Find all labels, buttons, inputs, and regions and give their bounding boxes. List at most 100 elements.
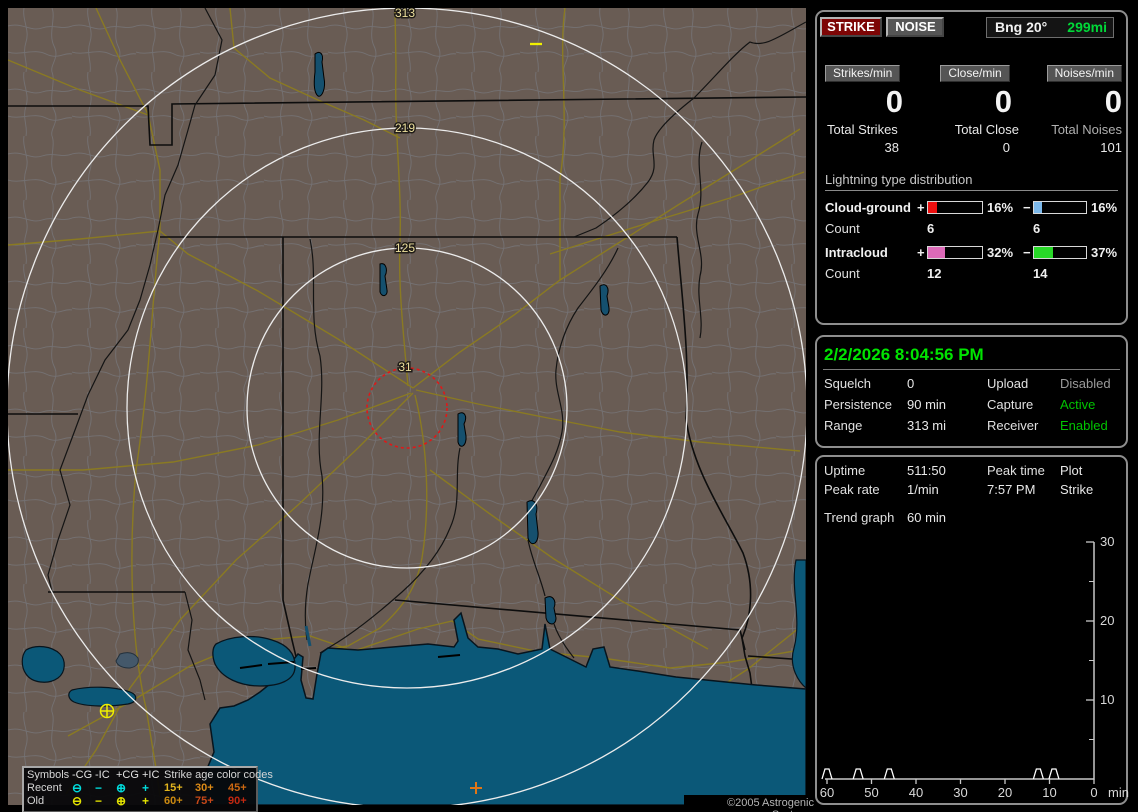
cloud-ground-row: Cloud-ground + 16% − 16% — [825, 199, 1118, 215]
ring-label-31: 31 — [398, 360, 412, 374]
uptime-label: Uptime — [824, 463, 866, 478]
upload-label: Upload — [987, 376, 1029, 391]
svg-text:30: 30 — [1100, 534, 1114, 549]
ic-negative-pct: 37% — [1091, 244, 1118, 260]
plus-sign: + — [917, 244, 925, 260]
age-30: 30+ — [195, 782, 214, 794]
peak-time-label: Peak time — [987, 463, 1045, 478]
uptime-value: 511:50 — [907, 463, 946, 478]
range-label: Range — [824, 418, 863, 433]
divider — [823, 369, 1120, 370]
trend-peak — [1048, 768, 1060, 780]
total-strikes-value: 38 — [884, 140, 899, 155]
legend-old-label: Old — [27, 795, 45, 807]
ic-positive-pct: 32% — [987, 244, 1014, 260]
intracloud-row: Intracloud + 32% − 37% — [825, 244, 1118, 260]
age-45: 45+ — [228, 782, 247, 794]
trend-panel: Uptime 511:50 Peak time Plot Peak rate 1… — [815, 455, 1129, 805]
trend-peak — [821, 768, 833, 780]
ring-label-125: 125 — [395, 241, 415, 255]
cloud-ground-label: Cloud-ground — [825, 199, 911, 215]
receiver-label: Receiver — [987, 418, 1039, 433]
ic-negative-count: 14 — [1033, 266, 1048, 281]
intracloud-count-row: Count 12 14 — [825, 266, 1118, 281]
count-label: Count — [825, 221, 860, 236]
total-noises-label: Total Noises — [1051, 122, 1122, 137]
ring-label-219: 219 — [395, 121, 415, 135]
count-label: Count — [825, 266, 860, 281]
nexstorm-app-window: 313 219 125 31 Symbols -CG -IC +CG +IC S… — [0, 0, 1138, 812]
minus-sign: − — [1023, 199, 1031, 215]
map-legend: Symbols -CG -IC +CG +IC Strike age color… — [22, 766, 273, 812]
noises-per-min-value: 0 — [1104, 84, 1122, 119]
svg-text:10: 10 — [1100, 692, 1114, 707]
range-value: 313 mi — [907, 418, 947, 433]
trend-graph: 60 50 40 30 20 10 0 min 10 20 30 — [820, 534, 1129, 800]
plot-label: Plot — [1060, 463, 1083, 478]
age-90: 90+ — [228, 795, 247, 807]
trend-window-value: 60 min — [907, 510, 947, 525]
svg-text:10: 10 — [1042, 785, 1056, 800]
total-close-value: 0 — [1002, 140, 1010, 155]
svg-text:20: 20 — [1100, 613, 1114, 628]
peak-rate-label: Peak rate — [824, 482, 880, 497]
minus-sign: − — [1023, 244, 1031, 260]
old-neg-ic-icon: − — [95, 794, 103, 808]
capture-label: Capture — [987, 397, 1034, 412]
age-15: 15+ — [164, 782, 183, 794]
lightning-map[interactable]: 313 219 125 31 Symbols -CG -IC +CG +IC S… — [8, 8, 816, 812]
persistence-value: 90 min — [907, 397, 947, 412]
cloud-ground-count-row: Count 6 6 — [825, 221, 1118, 236]
range-value: 299mi — [1067, 19, 1107, 35]
svg-text:60: 60 — [820, 785, 834, 800]
svg-text:20: 20 — [998, 785, 1012, 800]
cg-positive-pct: 16% — [987, 199, 1014, 215]
close-per-min-button[interactable]: Close/min — [940, 65, 1010, 82]
copyright-text: ©2005 Astrogenic Systems — [684, 795, 816, 812]
legend-recent-label: Recent — [27, 782, 62, 794]
total-close-label: Total Close — [954, 122, 1019, 137]
svg-text:40: 40 — [909, 785, 923, 800]
ic-negative-bar — [1033, 245, 1087, 259]
squelch-label: Squelch — [824, 376, 871, 391]
cg-positive-bar — [927, 200, 983, 214]
receiver-status: Enabled — [1060, 418, 1108, 433]
trend-axes — [825, 542, 1095, 780]
peak-rate-value: 1/min — [907, 482, 939, 497]
age-60: 60+ — [164, 795, 183, 807]
noise-toggle-button[interactable]: NOISE — [886, 17, 945, 37]
plus-sign: + — [917, 199, 925, 215]
ring-label-313: 313 — [395, 8, 415, 20]
noises-per-min-button[interactable]: Noises/min — [1046, 65, 1122, 82]
ic-positive-bar — [927, 245, 983, 259]
ic-positive-count: 12 — [927, 266, 942, 281]
svg-text:min: min — [1108, 785, 1129, 800]
strikes-per-min-button[interactable]: Strikes/min — [825, 65, 901, 82]
receiver-status-panel: 2/2/2026 8:04:56 PM Squelch 0 Upload Dis… — [815, 335, 1128, 448]
bearing-range-readout: Bng 20° 299mi — [986, 17, 1114, 38]
legend-symbols-header: Symbols — [27, 769, 70, 781]
svg-text:30: 30 — [953, 785, 967, 800]
strike-stats-panel: STRIKE NOISE Bng 20° 299mi Strikes/min C… — [815, 10, 1128, 325]
svg-text:0: 0 — [1090, 785, 1097, 800]
old-pos-cg-icon: ⊕ — [116, 794, 127, 808]
total-noises-value: 101 — [1100, 140, 1122, 155]
close-per-min-value: 0 — [994, 84, 1012, 119]
squelch-value: 0 — [907, 376, 915, 391]
old-pos-ic-icon: + — [142, 794, 150, 808]
old-positive-cg-strike — [99, 703, 115, 719]
total-strikes-label: Total Strikes — [827, 122, 898, 137]
trend-peak — [883, 768, 895, 780]
old-neg-cg-icon: ⊖ — [72, 794, 83, 808]
trend-peak — [852, 768, 864, 780]
map-canvas[interactable]: 313 219 125 31 — [8, 8, 806, 805]
cg-negative-bar — [1033, 200, 1087, 214]
trend-peak — [1032, 768, 1044, 780]
plot-mode-value: Strike — [1060, 482, 1094, 497]
strike-toggle-button[interactable]: STRIKE — [820, 17, 882, 37]
capture-status: Active — [1060, 397, 1096, 412]
intracloud-label: Intracloud — [825, 244, 888, 260]
strikes-per-min-value: 0 — [885, 84, 903, 119]
cg-positive-count: 6 — [927, 221, 935, 236]
age-75: 75+ — [195, 795, 214, 807]
